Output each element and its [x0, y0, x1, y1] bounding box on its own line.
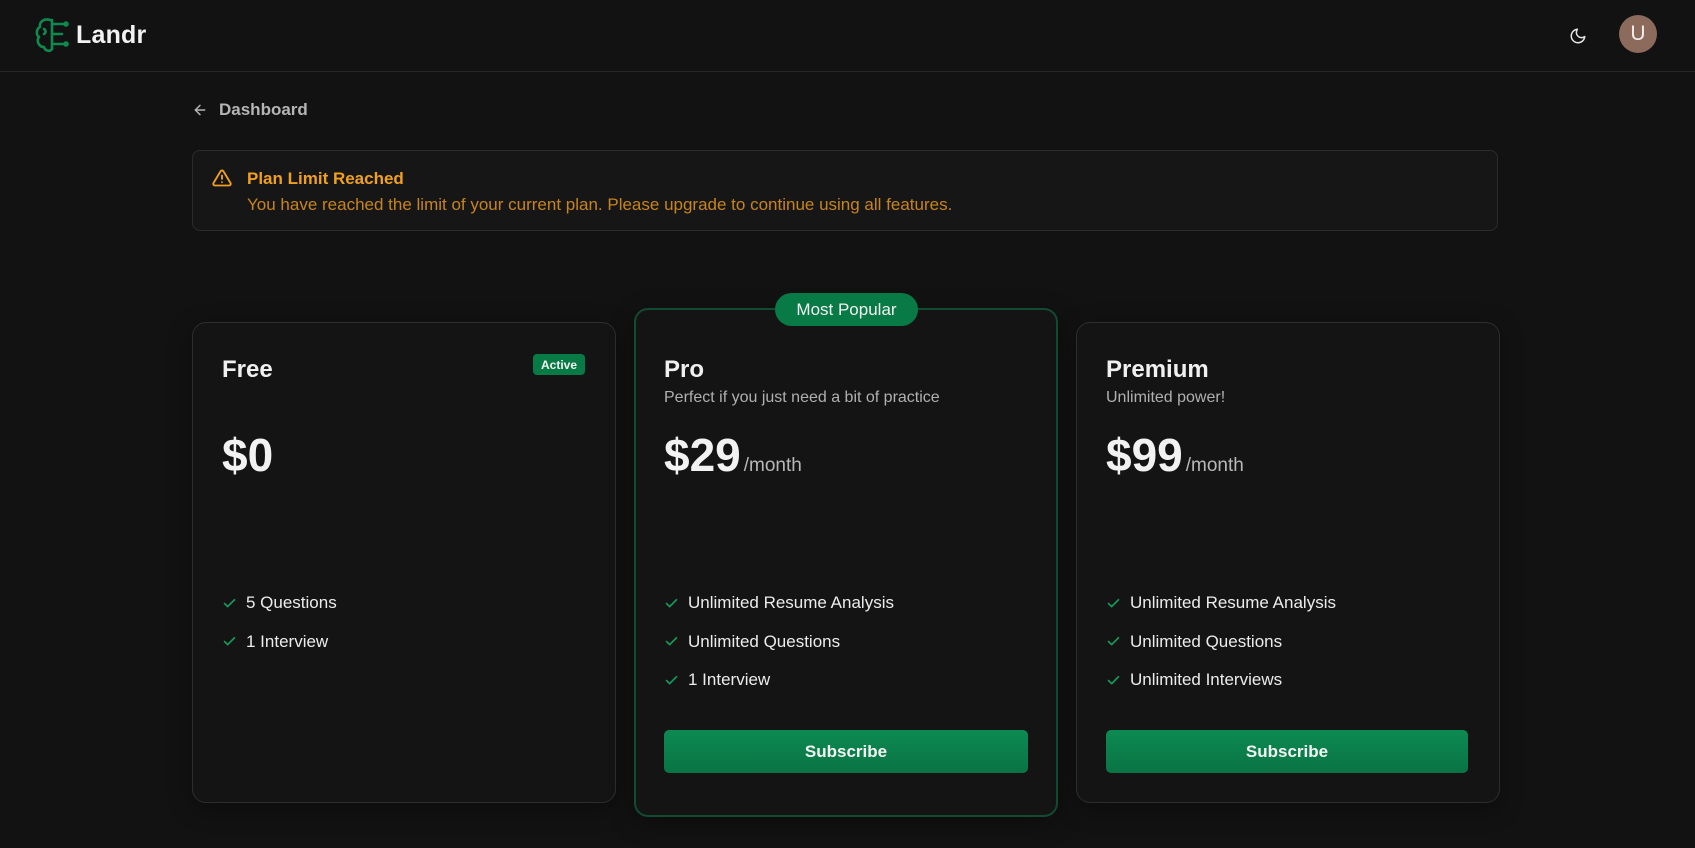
- price-amount-pro: $29: [664, 429, 741, 481]
- feature-list-premium: Unlimited Resume Analysis Unlimited Ques…: [1106, 584, 1336, 700]
- plan-name-pro: Pro: [664, 356, 705, 383]
- subscribe-button-premium[interactable]: Subscribe: [1106, 730, 1468, 773]
- plan-subtitle-premium: Unlimited power!: [1106, 389, 1226, 406]
- alert-message: You have reached the limit of your curre…: [247, 195, 953, 214]
- check-icon: [1107, 675, 1120, 685]
- feature-item: 5 Questions: [222, 584, 337, 623]
- check-icon: [1107, 637, 1120, 646]
- plan-card-free: [192, 322, 616, 803]
- plan-name-free: Free: [222, 356, 273, 383]
- check-icon: [665, 637, 678, 646]
- price-amount-premium: $99: [1106, 429, 1183, 481]
- check-icon: [665, 675, 678, 685]
- feature-item: Unlimited Questions: [1106, 623, 1336, 662]
- price-period-premium: /month: [1185, 455, 1244, 476]
- app-name: Landr: [76, 20, 147, 49]
- top-header: Landr U: [0, 0, 1695, 72]
- status-badge-active: Active: [533, 354, 585, 375]
- plan-limit-alert: Plan Limit Reached You have reached the …: [192, 150, 1498, 231]
- feature-item: Unlimited Resume Analysis: [664, 584, 894, 623]
- feature-item: Unlimited Resume Analysis: [1106, 584, 1336, 623]
- brain-icon: [35, 18, 69, 53]
- price-free: $0: [222, 428, 273, 482]
- theme-toggle-button[interactable]: [1563, 21, 1593, 51]
- moon-icon: [1570, 28, 1586, 44]
- back-link-label: Dashboard: [219, 100, 308, 119]
- avatar[interactable]: U: [1619, 15, 1657, 53]
- arrow-left-icon: [194, 104, 206, 116]
- feature-item: 1 Interview: [222, 623, 337, 662]
- plan-name-premium: Premium: [1106, 356, 1209, 383]
- price-amount-free: $0: [222, 429, 274, 481]
- feature-item: Unlimited Questions: [664, 623, 894, 662]
- logo[interactable]: Landr: [34, 16, 146, 54]
- check-icon: [1107, 598, 1120, 608]
- feature-item: 1 Interview: [664, 661, 894, 700]
- back-to-dashboard-link[interactable]: Dashboard: [192, 100, 308, 120]
- alert-title: Plan Limit Reached: [247, 169, 404, 188]
- feature-item: Unlimited Interviews: [1106, 661, 1336, 700]
- subscribe-button-pro[interactable]: Subscribe: [664, 730, 1028, 773]
- feature-list-free: 5 Questions 1 Interview: [222, 584, 337, 661]
- check-icon: [223, 637, 236, 646]
- price-period-pro: /month: [743, 455, 802, 476]
- most-popular-badge: Most Popular: [775, 293, 918, 326]
- warning-triangle-icon: [212, 169, 232, 187]
- price-premium: $99 /month: [1106, 428, 1244, 482]
- check-icon: [665, 598, 678, 608]
- plan-subtitle-pro: Perfect if you just need a bit of practi…: [664, 389, 940, 406]
- price-pro: $29 /month: [664, 428, 802, 482]
- check-icon: [223, 598, 236, 608]
- feature-list-pro: Unlimited Resume Analysis Unlimited Ques…: [664, 584, 894, 700]
